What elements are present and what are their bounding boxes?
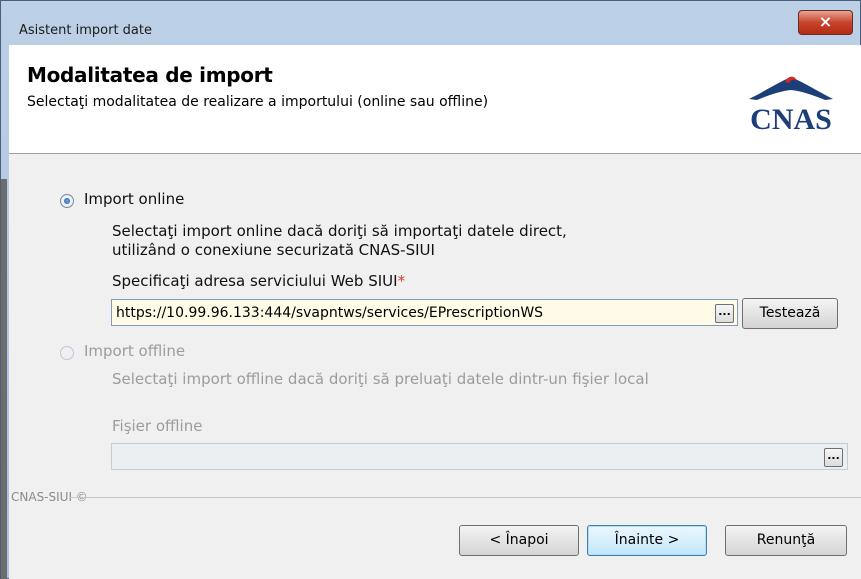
offline-file-input[interactable]: [111, 443, 848, 470]
page-subtitle: Selectaţi modalitatea de realizare a imp…: [27, 94, 489, 110]
page-title: Modalitatea de import: [27, 63, 273, 87]
offline-description: Selectaţi import offline dacă doriţi să …: [112, 370, 649, 388]
url-label: Specificaţi adresa serviciului Web SIUI*: [112, 272, 405, 290]
close-icon: ×: [818, 12, 833, 31]
online-description-line1: Selectaţi import online dacă doriţi să i…: [112, 222, 567, 240]
import-wizard-window: Asistent import date × Modalitatea de im…: [0, 0, 861, 579]
test-connection-button[interactable]: Testează: [742, 298, 838, 329]
next-button[interactable]: Înainte >: [587, 525, 707, 556]
footer-divider: [69, 497, 861, 498]
import-online-radio[interactable]: [60, 194, 74, 208]
import-online-label[interactable]: Import online: [84, 190, 184, 208]
url-label-text: Specificaţi adresa serviciului Web SIUI: [112, 272, 398, 290]
required-marker: *: [397, 272, 406, 290]
wizard-client-area: Modalitatea de import Selectaţi modalita…: [9, 45, 861, 579]
ellipsis-icon: ...: [827, 449, 840, 462]
import-offline-radio[interactable]: [60, 346, 74, 360]
close-button[interactable]: ×: [798, 10, 853, 35]
back-button[interactable]: < Înapoi: [459, 525, 579, 556]
url-browse-button[interactable]: ...: [715, 304, 734, 323]
import-offline-label[interactable]: Import offline: [84, 342, 185, 360]
window-title: Asistent import date: [19, 23, 152, 38]
offline-browse-button[interactable]: ...: [824, 448, 843, 467]
offline-file-label: Fişier offline: [112, 417, 203, 435]
logo-text: CNAS: [750, 103, 832, 135]
ellipsis-icon: ...: [718, 305, 731, 318]
title-bar: Asistent import date ×: [1, 1, 861, 45]
online-description-line2: utilizând o conexiune securizată CNAS-SI…: [112, 241, 435, 259]
wizard-header: Modalitatea de import Selectaţi modalita…: [9, 45, 861, 154]
cancel-button[interactable]: Renunţă: [725, 525, 847, 556]
cnas-logo: CNAS: [749, 76, 833, 135]
service-url-input[interactable]: [111, 299, 738, 326]
window-edge-shadow: [1, 179, 7, 579]
